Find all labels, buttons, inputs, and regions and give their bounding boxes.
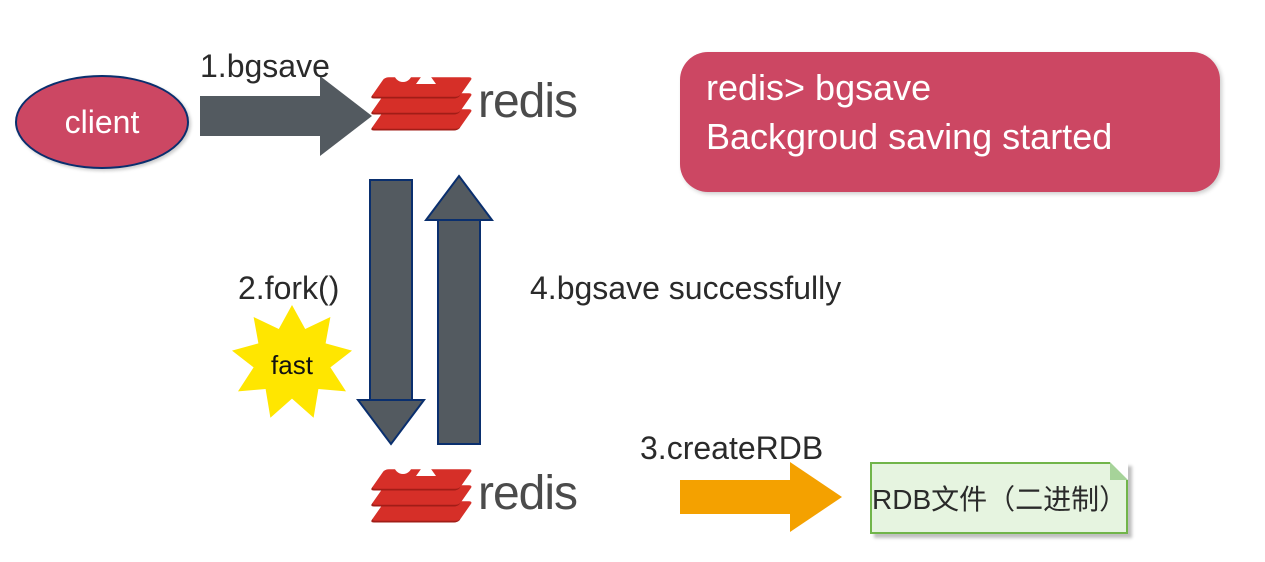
rdb-file-label: RDB文件（二进制） (872, 478, 1126, 518)
label-step3: 3.createRDB (640, 430, 823, 467)
fold-corner-icon (1110, 462, 1128, 480)
redis-logo-icon: ★ (378, 62, 468, 140)
label-step1: 1.bgsave (200, 48, 330, 85)
redis-wordmark: redis (478, 74, 577, 129)
command-line-1: redis> bgsave (706, 64, 1194, 113)
command-output-panel: redis> bgsave Backgroud saving started (680, 52, 1220, 192)
label-step4: 4.bgsave successfully (530, 270, 841, 307)
arrow-step4 (426, 176, 492, 444)
node-client: client (15, 75, 189, 169)
arrow-step2 (358, 180, 424, 444)
arrow-step1 (200, 76, 372, 156)
redis-wordmark: redis (478, 466, 577, 521)
label-step2: 2.fork() (238, 270, 339, 307)
node-redis-bottom: ★ redis (378, 454, 577, 532)
node-redis-top: ★ redis (378, 62, 577, 140)
redis-logo-icon: ★ (378, 454, 468, 532)
arrow-step3 (680, 462, 842, 532)
command-line-2: Backgroud saving started (706, 113, 1194, 162)
fast-badge: fast (232, 305, 352, 425)
client-label: client (65, 104, 140, 141)
fast-label: fast (271, 350, 313, 381)
node-rdb-file: RDB文件（二进制） (870, 462, 1128, 534)
